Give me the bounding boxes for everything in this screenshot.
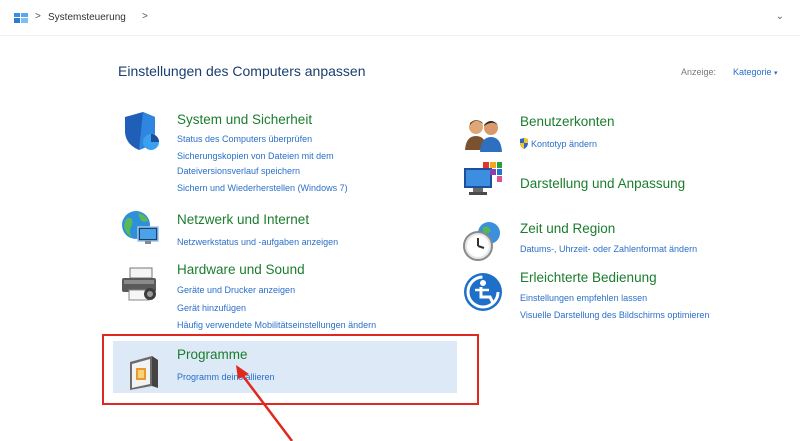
- category-title-programs[interactable]: Programme: [177, 347, 248, 362]
- breadcrumb-chevron[interactable]: >: [35, 11, 41, 22]
- users-icon: [465, 120, 502, 152]
- link-kontotyp-aendern[interactable]: Kontotyp ändern: [531, 139, 597, 149]
- link-dateiversionsverlauf[interactable]: Dateiversionsverlauf speichern: [177, 166, 300, 176]
- breadcrumb-chevron-end[interactable]: >: [142, 11, 148, 22]
- address-bar[interactable]: > Systemsteuerung > ⌄: [0, 0, 800, 36]
- category-title-accounts[interactable]: Benutzerkonten: [520, 114, 615, 129]
- view-label: Anzeige:: [681, 67, 717, 77]
- shield-icon: [125, 112, 159, 150]
- link-programm-deinstallieren[interactable]: Programm deinstallieren: [177, 372, 275, 382]
- category-title-ease[interactable]: Erleichterte Bedienung: [520, 270, 657, 285]
- category-title-clock[interactable]: Zeit und Region: [520, 221, 615, 236]
- chevron-down-icon[interactable]: ⌄: [776, 11, 784, 22]
- link-geraete-drucker[interactable]: Geräte und Drucker anzeigen: [177, 285, 295, 295]
- control-panel-icon: [14, 13, 28, 23]
- link-einstellungen-empfehlen[interactable]: Einstellungen empfehlen lassen: [520, 293, 647, 303]
- globe-network-icon: [122, 211, 159, 244]
- category-title-appearance[interactable]: Darstellung und Anpassung: [520, 176, 685, 191]
- link-datumsformat[interactable]: Datums-, Uhrzeit- oder Zahlenformat ände…: [520, 244, 697, 254]
- category-title-system[interactable]: System und Sicherheit: [177, 112, 312, 127]
- link-status-pruefen[interactable]: Status des Computers überprüfen: [177, 134, 312, 144]
- accessibility-icon: [464, 273, 502, 311]
- view-select[interactable]: Kategorie ▾: [733, 67, 778, 77]
- link-sichern-wiederherstellen[interactable]: Sichern und Wiederherstellen (Windows 7): [177, 183, 348, 193]
- category-title-hardware[interactable]: Hardware und Sound: [177, 262, 305, 277]
- page-title: Einstellungen des Computers anpassen: [118, 63, 366, 79]
- chevron-down-icon: ▾: [774, 70, 778, 77]
- printer-icon: [122, 267, 156, 301]
- programs-box-icon: [130, 356, 158, 390]
- link-visuelle-darstellung[interactable]: Visuelle Darstellung des Bildschirms opt…: [520, 310, 709, 320]
- monitor-palette-icon: [464, 162, 502, 195]
- uac-shield-icon: [520, 138, 528, 149]
- breadcrumb-systemsteuerung[interactable]: Systemsteuerung: [48, 12, 126, 23]
- link-netzwerkstatus[interactable]: Netzwerkstatus und -aufgaben anzeigen: [177, 237, 338, 247]
- category-title-network[interactable]: Netzwerk und Internet: [177, 212, 309, 227]
- clock-globe-icon: [463, 222, 500, 261]
- link-mobilitaetseinstellungen[interactable]: Häufig verwendete Mobilitätseinstellunge…: [177, 320, 376, 330]
- link-geraet-hinzufuegen[interactable]: Gerät hinzufügen: [177, 303, 246, 313]
- link-sicherungskopien[interactable]: Sicherungskopien von Dateien mit dem: [177, 151, 334, 161]
- view-select-value: Kategorie: [733, 67, 772, 77]
